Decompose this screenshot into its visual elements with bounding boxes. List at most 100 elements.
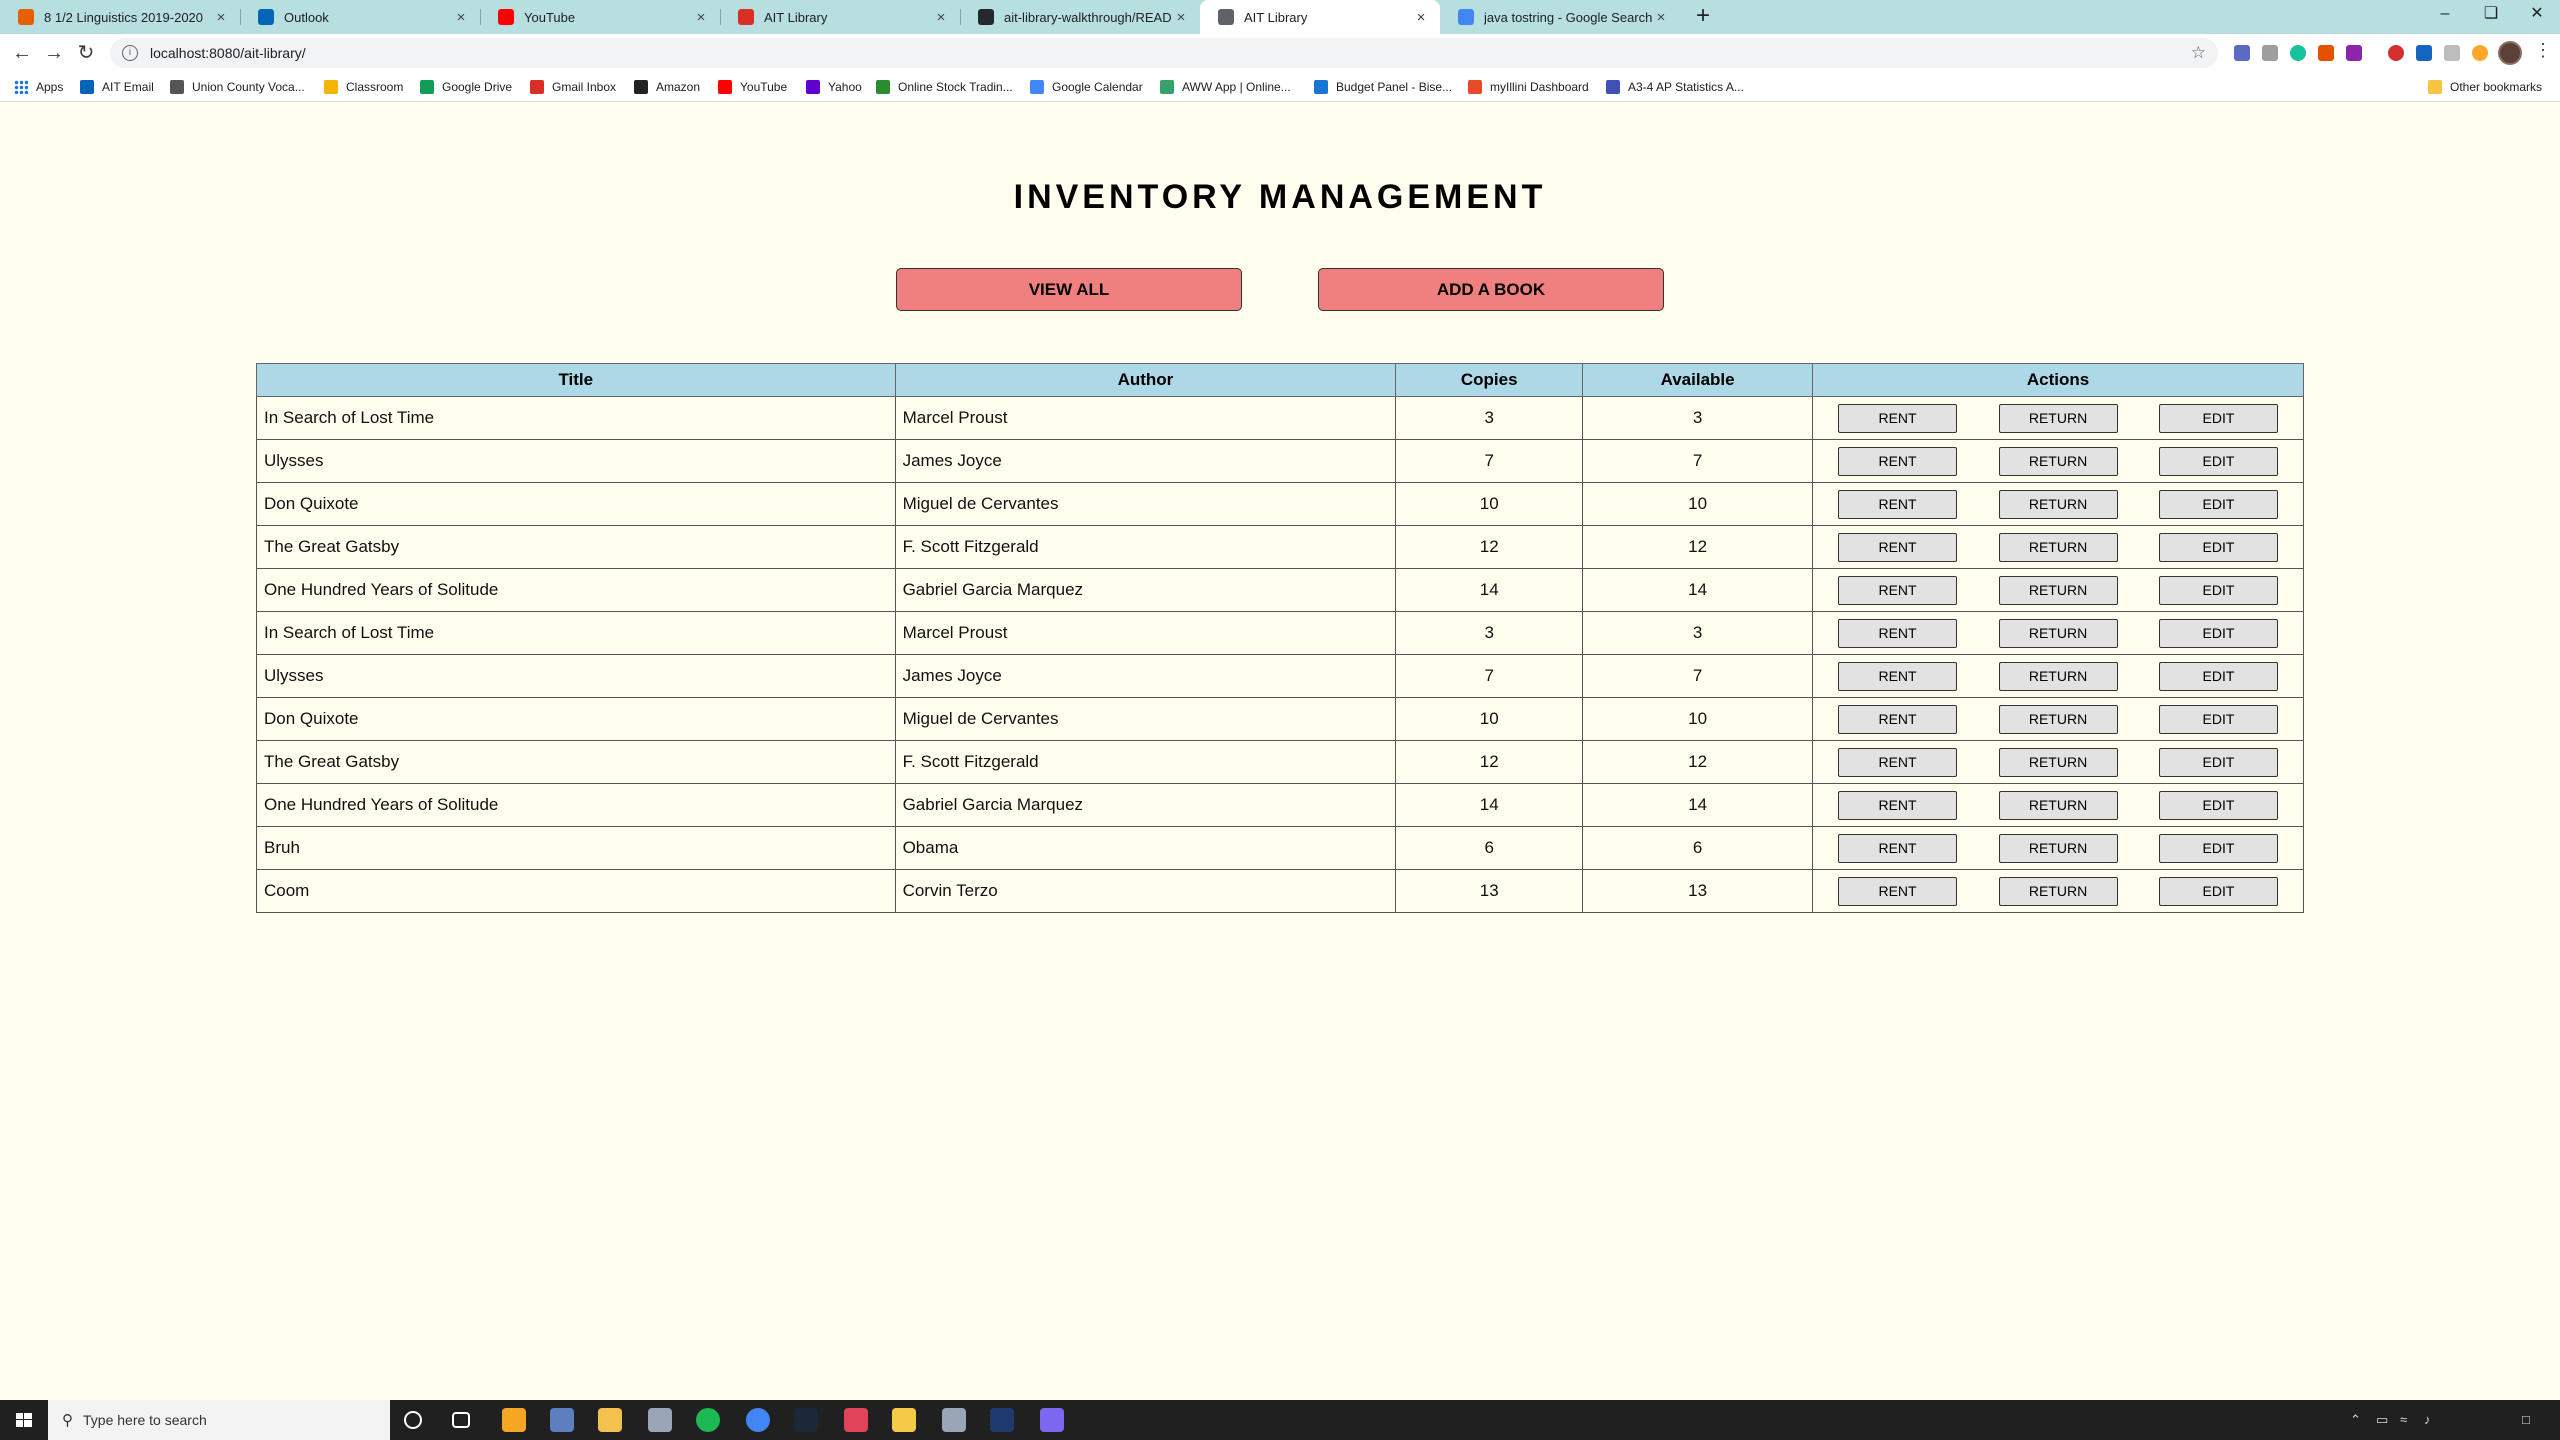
browser-tab[interactable]: ait-library-walkthrough/README...× <box>960 0 1200 34</box>
edit-button[interactable]: EDIT <box>2159 446 2278 476</box>
close-tab-icon[interactable]: × <box>452 9 470 26</box>
app-icon-orange[interactable] <box>502 1408 526 1432</box>
return-button[interactable]: RETURN <box>1998 446 2118 476</box>
steam-icon[interactable] <box>794 1408 818 1432</box>
extension-icon[interactable] <box>2318 45 2334 61</box>
chrome-icon[interactable] <box>746 1408 770 1432</box>
rent-button[interactable]: RENT <box>1838 618 1958 648</box>
close-tab-icon[interactable]: × <box>932 9 950 26</box>
address-url[interactable]: localhost:8080/ait-library/ <box>150 45 2191 61</box>
view-all-button[interactable]: VIEW ALL <box>896 268 1242 311</box>
extension-icon[interactable] <box>2262 45 2278 61</box>
bookmark-item[interactable]: Budget Panel - Bise... <box>1314 79 1452 95</box>
bookmark-item[interactable]: Yahoo <box>806 79 862 95</box>
extension-icon[interactable] <box>2444 45 2460 61</box>
taskbar-search-box[interactable]: ⚲ Type here to search <box>48 1400 390 1440</box>
app-icon-red[interactable] <box>844 1408 868 1432</box>
return-button[interactable]: RETURN <box>1998 532 2118 562</box>
rent-button[interactable]: RENT <box>1838 661 1958 691</box>
edit-button[interactable]: EDIT <box>2159 876 2278 906</box>
browser-tab[interactable]: Outlook × <box>240 0 480 34</box>
bookmark-item[interactable]: Union County Voca... <box>170 79 305 95</box>
browser-tab[interactable]: YouTube × <box>480 0 720 34</box>
edit-button[interactable]: EDIT <box>2159 790 2278 820</box>
forward-icon[interactable]: → <box>40 39 68 67</box>
site-info-icon[interactable]: i <box>122 45 138 61</box>
bookmark-item[interactable]: Classroom <box>324 79 403 95</box>
rent-button[interactable]: RENT <box>1838 489 1958 519</box>
notifications-icon[interactable]: □ <box>2522 1412 2530 1427</box>
browser-tab[interactable]: java tostring - Google Search × <box>1440 0 1680 34</box>
close-tab-icon[interactable]: × <box>692 9 710 26</box>
close-window-icon[interactable]: ✕ <box>2514 0 2560 34</box>
browser-tab[interactable]: AIT Library × <box>720 0 960 34</box>
app-icon-grey[interactable] <box>648 1408 672 1432</box>
app-icon-grey[interactable] <box>942 1408 966 1432</box>
close-tab-icon[interactable]: × <box>1412 9 1430 26</box>
bookmark-item[interactable]: AWW App | Online... <box>1160 79 1291 95</box>
rent-button[interactable]: RENT <box>1838 403 1958 433</box>
extension-icon[interactable] <box>2472 45 2488 61</box>
rent-button[interactable]: RENT <box>1838 704 1958 734</box>
battery-icon[interactable]: ▭ <box>2376 1412 2388 1428</box>
rent-button[interactable]: RENT <box>1838 833 1958 863</box>
edit-button[interactable]: EDIT <box>2159 403 2278 433</box>
bookmark-item[interactable]: Online Stock Tradin... <box>876 79 1013 95</box>
return-button[interactable]: RETURN <box>1998 575 2118 605</box>
return-button[interactable]: RETURN <box>1998 661 2118 691</box>
bookmark-item[interactable]: A3-4 AP Statistics A... <box>1606 79 1744 95</box>
edit-button[interactable]: EDIT <box>2159 747 2278 777</box>
rent-button[interactable]: RENT <box>1838 446 1958 476</box>
grammarly-icon[interactable] <box>2290 45 2306 61</box>
spotify-icon[interactable] <box>696 1408 720 1432</box>
edit-button[interactable]: EDIT <box>2159 661 2278 691</box>
minimize-icon[interactable]: – <box>2422 0 2468 34</box>
return-button[interactable]: RETURN <box>1998 704 2118 734</box>
rent-button[interactable]: RENT <box>1838 575 1958 605</box>
bookmark-item[interactable]: YouTube <box>718 79 787 95</box>
bookmark-item[interactable]: AIT Email <box>80 79 154 95</box>
return-button[interactable]: RETURN <box>1998 489 2118 519</box>
return-button[interactable]: RETURN <box>1998 790 2118 820</box>
file-explorer-icon[interactable] <box>598 1408 622 1432</box>
edit-button[interactable]: EDIT <box>2159 704 2278 734</box>
address-bar[interactable]: i localhost:8080/ait-library/ ☆ <box>110 38 2218 68</box>
edit-button[interactable]: EDIT <box>2159 618 2278 648</box>
app-icon-navy[interactable] <box>990 1408 1014 1432</box>
new-tab-button[interactable]: + <box>1690 4 1716 30</box>
profile-avatar[interactable] <box>2498 41 2522 65</box>
volume-icon[interactable]: ♪ <box>2424 1412 2431 1427</box>
rent-button[interactable]: RENT <box>1838 532 1958 562</box>
browser-tab[interactable]: AIT Library × <box>1200 0 1440 34</box>
start-button[interactable] <box>0 1400 48 1440</box>
menu-kebab-icon[interactable]: ⋮ <box>2534 40 2552 61</box>
bookmark-item[interactable]: Amazon <box>634 79 700 95</box>
edit-button[interactable]: EDIT <box>2159 489 2278 519</box>
tray-chevron-icon[interactable]: ⌃ <box>2350 1412 2361 1428</box>
bookmark-item[interactable]: myIllini Dashboard <box>1468 79 1589 95</box>
return-button[interactable]: RETURN <box>1998 403 2118 433</box>
adblock-icon[interactable] <box>2388 45 2404 61</box>
extension-icon[interactable] <box>2234 45 2250 61</box>
rent-button[interactable]: RENT <box>1838 790 1958 820</box>
app-icon-blue[interactable] <box>550 1408 574 1432</box>
return-button[interactable]: RETURN <box>1998 747 2118 777</box>
restore-icon[interactable]: ❏ <box>2468 0 2514 34</box>
return-button[interactable]: RETURN <box>1998 876 2118 906</box>
close-tab-icon[interactable]: × <box>1172 9 1190 26</box>
cortana-icon[interactable] <box>404 1411 422 1429</box>
edit-button[interactable]: EDIT <box>2159 575 2278 605</box>
rent-button[interactable]: RENT <box>1838 876 1958 906</box>
edit-button[interactable]: EDIT <box>2159 532 2278 562</box>
app-icon-purple[interactable] <box>1040 1408 1064 1432</box>
wifi-icon[interactable]: ≈ <box>2400 1412 2407 1427</box>
reload-icon[interactable]: ↻ <box>72 39 100 67</box>
back-icon[interactable]: ← <box>8 39 36 67</box>
rent-button[interactable]: RENT <box>1838 747 1958 777</box>
extension-icon[interactable] <box>2416 45 2432 61</box>
browser-tab[interactable]: 8 1/2 Linguistics 2019-2020 × <box>0 0 240 34</box>
bookmark-item[interactable]: Google Calendar <box>1030 79 1143 95</box>
task-view-icon[interactable] <box>452 1412 470 1428</box>
return-button[interactable]: RETURN <box>1998 618 2118 648</box>
close-tab-icon[interactable]: × <box>1652 9 1670 26</box>
